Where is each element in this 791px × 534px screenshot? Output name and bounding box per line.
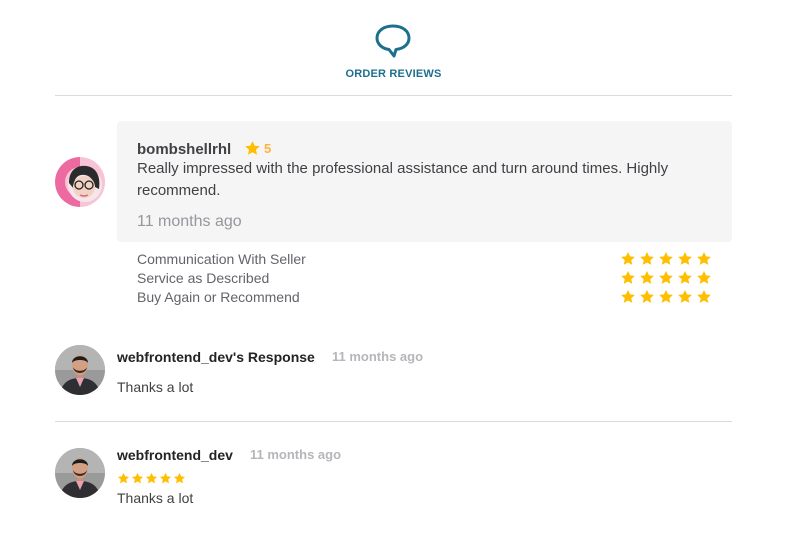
star-icon xyxy=(678,271,692,284)
seller-response-text: Thanks a lot xyxy=(117,379,194,395)
star-icon xyxy=(640,290,654,303)
divider xyxy=(55,421,732,422)
review-text: Really impressed with the professional a… xyxy=(137,160,669,199)
star-icon xyxy=(145,472,158,484)
review-time: 11 months ago xyxy=(137,213,242,230)
rating-breakdown-row: Service as Described xyxy=(137,270,712,288)
breakdown-label: Service as Described xyxy=(137,270,270,286)
star-icon xyxy=(621,271,635,284)
page-title: ORDER REVIEWS xyxy=(345,68,442,80)
breakdown-label: Communication With Seller xyxy=(137,251,306,267)
five-star-rating xyxy=(621,290,711,303)
star-icon xyxy=(621,290,635,303)
review-card: bombshellrhl 5 Really impressed with the… xyxy=(117,121,732,242)
star-icon xyxy=(678,252,692,265)
star-icon xyxy=(640,271,654,284)
rating-breakdown-row: Buy Again or Recommend xyxy=(137,289,712,307)
rating-value: 5 xyxy=(264,141,272,156)
seller-review-name[interactable]: webfrontend_dev xyxy=(117,447,233,463)
star-icon xyxy=(117,472,130,484)
star-icon xyxy=(245,141,260,155)
seller-response-name[interactable]: webfrontend_dev's Response xyxy=(117,349,315,365)
divider xyxy=(55,95,732,96)
reviewer-avatar[interactable] xyxy=(55,157,105,207)
star-icon xyxy=(659,271,673,284)
star-icon xyxy=(173,472,186,484)
reviewer-name[interactable]: bombshellrhl xyxy=(137,141,231,158)
breakdown-label: Buy Again or Recommend xyxy=(137,289,300,305)
star-icon xyxy=(640,252,654,265)
star-icon xyxy=(678,290,692,303)
five-star-rating xyxy=(621,271,711,284)
star-icon xyxy=(697,271,711,284)
star-icon xyxy=(621,252,635,265)
speech-bubble-icon xyxy=(375,24,411,58)
star-icon xyxy=(659,290,673,303)
five-star-rating xyxy=(117,472,186,484)
star-icon xyxy=(659,252,673,265)
seller-response-time: 11 months ago xyxy=(332,349,424,364)
five-star-rating xyxy=(621,252,711,265)
rating-breakdown-row: Communication With Seller xyxy=(137,251,712,269)
seller-review-text: Thanks a lot xyxy=(117,490,194,506)
star-icon xyxy=(697,252,711,265)
star-icon xyxy=(159,472,172,484)
seller-review-time: 11 months ago xyxy=(250,447,342,462)
star-icon xyxy=(131,472,144,484)
star-icon xyxy=(697,290,711,303)
seller-avatar[interactable] xyxy=(55,448,105,498)
seller-avatar[interactable] xyxy=(55,345,105,395)
